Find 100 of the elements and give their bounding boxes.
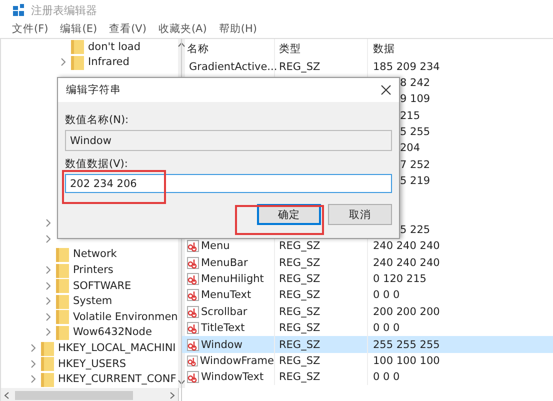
list-row[interactable]: GradientActive... REG_SZ 185 209 234 — [182, 58, 553, 75]
window-title: 注册表编辑器 — [31, 2, 97, 18]
list-row[interactable]: Window REG_SZ 255 255 255 — [182, 336, 553, 353]
tree-item[interactable]: System — [73, 295, 112, 308]
field-label: 数值数据(V): — [65, 157, 129, 171]
value-type: REG_SZ — [279, 256, 320, 269]
value-data: 215 — [400, 110, 420, 122]
list-row[interactable]: MenuBar REG_SZ 240 240 240 — [182, 254, 553, 271]
value-data: 0 0 0 — [373, 371, 400, 384]
value-name: GradientActive... — [189, 60, 278, 73]
menu-item[interactable]: 编辑(E) — [60, 22, 98, 36]
value-type: REG_SZ — [279, 273, 320, 286]
value-name: WindowText — [201, 371, 264, 384]
scroll-down-icon[interactable] — [178, 380, 185, 385]
string-value-icon — [187, 354, 198, 367]
list-row[interactable]: MenuHilight REG_SZ 0 120 215 — [182, 270, 553, 288]
folder-icon — [56, 262, 69, 278]
value-type: REG_SZ — [279, 240, 320, 252]
value-data: 200 200 200 — [373, 306, 440, 318]
value-name-field[interactable]: Window — [65, 130, 392, 151]
tree-item[interactable]: HKEY_USERS — [58, 358, 126, 370]
value-name: TitleText — [201, 322, 245, 334]
tree-item[interactable]: Wow6432Node — [73, 326, 152, 338]
tree-item[interactable]: Infrared — [88, 56, 130, 68]
tree-item[interactable]: HKEY_LOCAL_MACHINI — [58, 342, 176, 354]
tree-item[interactable]: SOFTWARE — [73, 280, 132, 292]
menu-item[interactable]: 查看(V) — [109, 22, 146, 36]
folder-icon — [56, 294, 69, 309]
tree-item[interactable]: Volatile Environmen — [73, 310, 178, 323]
value-name: MenuHilight — [201, 273, 264, 286]
value-data: 0 0 0 — [373, 322, 400, 334]
value-data-field[interactable]: 202 234 206 — [65, 174, 392, 193]
horizontal-scrollbar[interactable] — [1, 388, 178, 401]
scroll-up-icon[interactable] — [178, 42, 185, 47]
value-data: 100 100 100 — [373, 354, 440, 367]
scrollbar-thumb[interactable] — [15, 390, 133, 400]
folder-icon — [71, 39, 84, 54]
string-value-icon — [187, 289, 199, 302]
column-header[interactable]: 数据 — [373, 42, 395, 56]
value-data: 0 0 0 — [373, 289, 400, 302]
tree-item[interactable]: Printers — [73, 264, 114, 276]
tree-item[interactable]: Network — [73, 248, 117, 260]
string-value-icon — [187, 371, 199, 384]
tree-item[interactable]: HKEY_CURRENT_CONF — [58, 373, 176, 386]
menu-item[interactable]: 帮助(H) — [218, 22, 257, 36]
menu-item[interactable]: 文件(F) — [12, 22, 48, 36]
value-type: REG_SZ — [279, 306, 320, 318]
value-data: 255 255 255 — [373, 338, 440, 351]
value-data: 240 240 240 — [373, 256, 440, 269]
value-type: REG_SZ — [279, 289, 320, 302]
value-type: REG_SZ — [279, 60, 320, 73]
value-data: 185 209 234 — [373, 60, 440, 73]
value-data: 5 255 — [400, 126, 430, 138]
chevron-icon[interactable] — [60, 58, 66, 66]
column-header[interactable]: 名称 — [187, 42, 209, 56]
value-type: REG_SZ — [279, 354, 320, 367]
string-value-icon — [187, 240, 199, 252]
value-data: 9 109 — [400, 93, 430, 106]
value-data: 240 240 240 — [373, 240, 440, 252]
registry-app-icon — [13, 4, 25, 16]
folder-icon — [56, 246, 69, 262]
string-value-icon — [187, 322, 199, 334]
list-row[interactable]: MenuText REG_SZ 0 0 0 — [182, 287, 553, 304]
dialog-button[interactable]: 取消 — [328, 204, 392, 225]
value-data: 0 120 215 — [373, 273, 426, 286]
folder-icon — [41, 356, 54, 372]
field-label: 数值名称(N): — [65, 113, 130, 127]
value-data: 204 — [400, 142, 420, 154]
folder-icon — [41, 340, 54, 356]
value-type: REG_SZ — [279, 338, 320, 351]
value-name: Menu — [201, 240, 230, 252]
value-data: 5 219 — [400, 175, 430, 188]
string-value-icon — [187, 273, 199, 286]
value-type: REG_SZ — [279, 371, 320, 384]
dialog-button[interactable]: 确定 — [257, 204, 321, 225]
column-header[interactable]: 类型 — [279, 42, 301, 56]
list-row[interactable]: WindowText REG_SZ 0 0 0 — [182, 369, 553, 386]
string-value-icon — [187, 256, 199, 269]
folder-icon — [56, 324, 69, 340]
folder-icon — [41, 372, 54, 387]
folder-icon — [56, 278, 69, 294]
string-value-icon — [187, 338, 199, 351]
menu-item[interactable]: 收藏夹(A) — [158, 22, 207, 36]
value-data: 5 225 — [400, 224, 430, 236]
tree-item[interactable]: don't load — [88, 40, 141, 53]
value-name: MenuBar — [201, 256, 248, 269]
value-data: 7 252 — [400, 158, 430, 171]
value-name: WindowFrame — [200, 354, 274, 367]
dialog-title: 编辑字符串 — [66, 83, 121, 97]
folder-icon — [56, 309, 69, 324]
value-name: Scrollbar — [201, 306, 248, 318]
string-value-icon — [187, 306, 199, 318]
value-name: Window — [201, 338, 242, 351]
list-row[interactable]: Scrollbar REG_SZ 200 200 200 — [182, 304, 553, 320]
scroll-right-icon[interactable] — [170, 392, 175, 398]
value-name: MenuText — [201, 289, 252, 302]
list-row[interactable]: WindowFrame REG_SZ 100 100 100 — [182, 352, 553, 370]
close-button[interactable] — [381, 85, 391, 95]
value-data: 8 242 — [400, 77, 430, 90]
scroll-left-icon[interactable] — [4, 392, 9, 398]
